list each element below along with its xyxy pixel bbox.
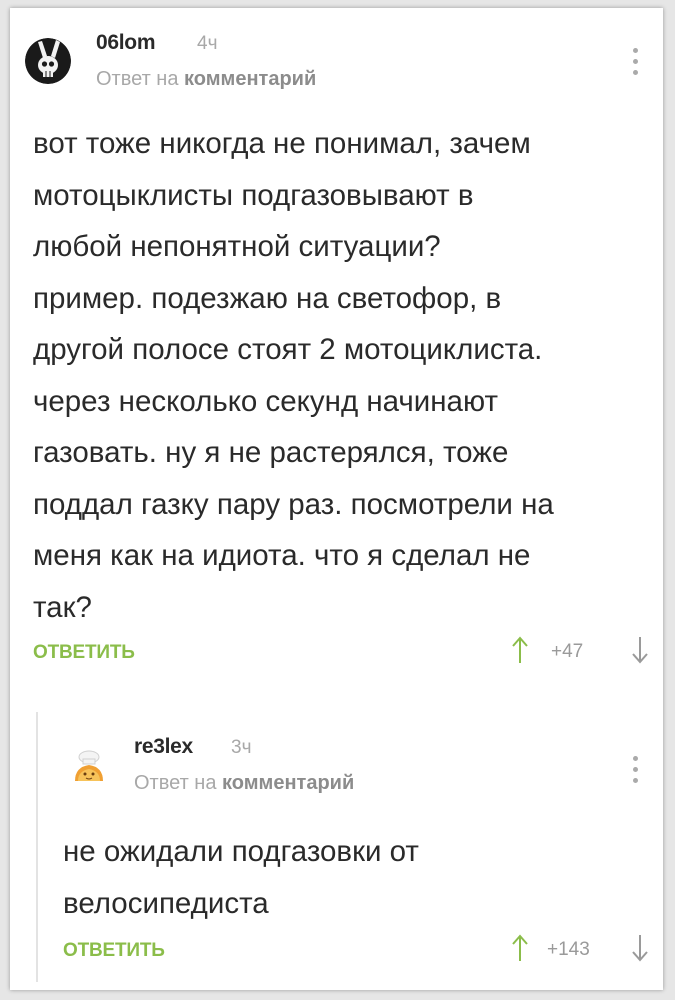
- more-options-icon[interactable]: [633, 48, 639, 78]
- comment-time: 3ч: [231, 737, 252, 758]
- upvote-icon[interactable]: [512, 636, 528, 664]
- comment-score: +143: [547, 939, 590, 960]
- comment-text: вот тоже никогда не понимал, зачем мотоц…: [33, 127, 554, 624]
- reply-button[interactable]: ОТВЕТИТЬ: [33, 642, 135, 664]
- avatar[interactable]: [66, 743, 112, 789]
- reply-to-prefix: Ответ на: [96, 68, 179, 90]
- reply-to-link[interactable]: комментарий: [184, 68, 316, 90]
- more-options-icon[interactable]: [633, 756, 639, 786]
- comment-time: 4ч: [197, 33, 218, 54]
- upvote-icon[interactable]: [512, 934, 528, 962]
- avatar[interactable]: [25, 38, 71, 84]
- reply-to-label: Ответ на комментарий: [134, 772, 354, 795]
- reply-to-label: Ответ на комментарий: [96, 68, 316, 91]
- comment: 06lom 4ч Ответ на комментарий вот тоже н…: [10, 8, 663, 698]
- bunny-skull-icon: [25, 38, 71, 84]
- chef-bread-icon: [66, 743, 112, 789]
- comment-thread-card: 06lom 4ч Ответ на комментарий вот тоже н…: [10, 8, 663, 990]
- comment-text: не ожидали подгазовки от велосипедиста: [63, 835, 419, 920]
- downvote-icon[interactable]: [632, 934, 648, 962]
- author-name[interactable]: re3lex: [134, 735, 193, 759]
- downvote-icon[interactable]: [632, 636, 648, 664]
- reply-to-prefix: Ответ на: [134, 772, 217, 794]
- reply-to-link[interactable]: комментарий: [222, 772, 354, 794]
- author-name[interactable]: 06lom: [96, 31, 156, 55]
- reply-button[interactable]: ОТВЕТИТЬ: [63, 940, 165, 962]
- comment: re3lex 3ч Ответ на комментарий не ожидал…: [10, 708, 663, 990]
- comment-score: +47: [551, 641, 584, 662]
